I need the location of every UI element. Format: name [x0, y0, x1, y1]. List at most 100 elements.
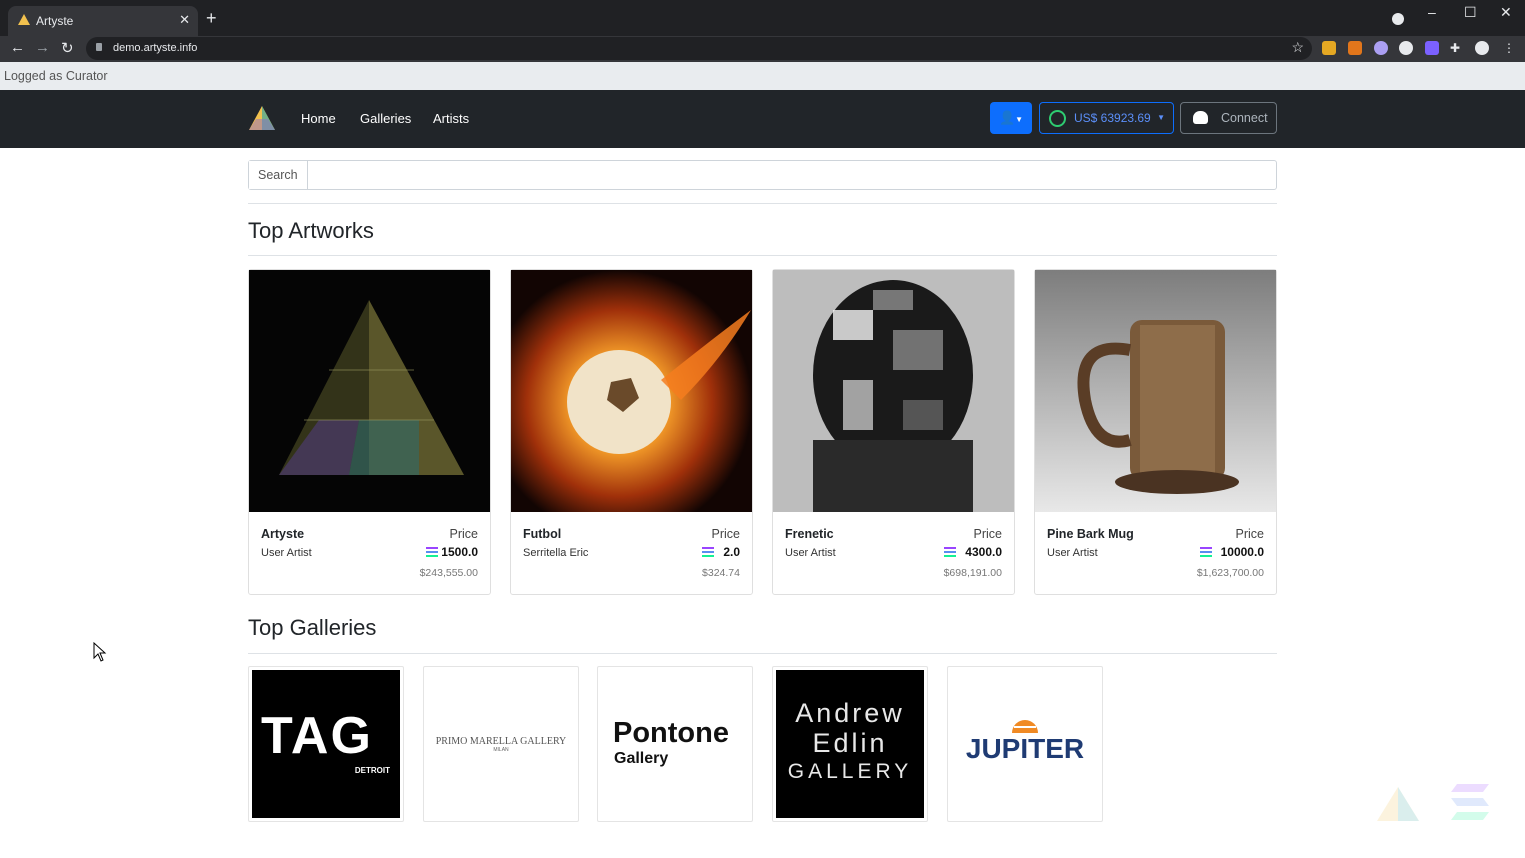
nav-home[interactable]: Home — [301, 111, 336, 126]
divider — [248, 653, 1277, 654]
price-label: Price — [1235, 527, 1264, 541]
gallery-logo-sub: GALLERY — [787, 760, 913, 783]
forward-icon[interactable]: → — [35, 39, 50, 56]
minimize-icon[interactable]: – — [1428, 4, 1436, 20]
tab-title: Artyste — [36, 14, 74, 28]
browser-tab[interactable]: Artyste ✕ — [8, 6, 198, 36]
phantom-ghost-icon — [1193, 111, 1208, 124]
jupiter-logo-icon — [1012, 720, 1038, 733]
search-label: Search — [249, 161, 308, 189]
divider — [248, 255, 1277, 256]
artwork-usd-price: $243,555.00 — [419, 567, 478, 579]
artwork-card[interactable]: Pine Bark Mug User Artist Price 10000.0 … — [1034, 269, 1277, 595]
caret-down-icon: ▼ — [1157, 113, 1165, 122]
price-label: Price — [711, 527, 740, 541]
price-label: Price — [973, 527, 1002, 541]
gallery-logo-text: Pontone — [613, 717, 729, 749]
section-title-top-galleries: Top Galleries — [248, 615, 377, 640]
artwork-price: 1500.0 — [441, 545, 478, 559]
connect-label: Connect — [1221, 111, 1268, 125]
gallery-logo: Andrew Edlin GALLERY — [776, 670, 924, 818]
gallery-card-pontone[interactable]: Pontone Gallery — [597, 666, 753, 822]
artwork-image[interactable] — [511, 270, 752, 512]
gallery-logo-sub: MILAN — [493, 747, 509, 753]
currency-coin-icon — [1049, 110, 1066, 127]
menu-dots-icon[interactable]: ⋮ — [1503, 41, 1517, 55]
gallery-card-primo-marella[interactable]: PRIMO MARELLA GALLERY MILAN — [423, 666, 579, 822]
tab-search-icon[interactable] — [1392, 13, 1404, 25]
profile-avatar-icon[interactable] — [1475, 41, 1489, 55]
artwork-usd-price: $1,623,700.00 — [1196, 567, 1264, 579]
search-input[interactable]: Search — [248, 160, 1277, 190]
artyste-favicon-icon — [18, 14, 30, 25]
metamask-icon[interactable] — [1348, 41, 1362, 55]
nav-artists[interactable]: Artists — [433, 111, 469, 126]
artwork-card[interactable]: Frenetic User Artist Price 4300.0 $698,1… — [772, 269, 1015, 595]
price-label: Price — [449, 527, 478, 541]
url-text: demo.artyste.info — [113, 42, 198, 54]
artwork-name[interactable]: Frenetic — [785, 527, 834, 541]
solana-icon — [1200, 547, 1212, 557]
gallery-card-andrew-edlin[interactable]: Andrew Edlin GALLERY — [772, 666, 928, 822]
new-tab-icon[interactable]: + — [206, 8, 217, 28]
browser-toolbar: ← → ↻ demo.artyste.info ☆ ✚ ⋮ — [0, 36, 1525, 62]
extension-icon[interactable] — [1322, 41, 1336, 55]
close-window-icon[interactable]: ✕ — [1500, 4, 1512, 21]
artwork-price: 10000.0 — [1220, 545, 1264, 559]
solana-icon — [702, 547, 714, 557]
gallery-logo-text: TAG — [261, 707, 373, 765]
login-status-bar: Logged as Curator — [0, 62, 1525, 90]
artwork-image[interactable] — [249, 270, 490, 512]
gallery-card-tag[interactable]: TAG DETROIT — [248, 666, 404, 822]
balance-dropdown-button[interactable]: US$ 63923.69 ▼ — [1039, 102, 1174, 134]
back-icon[interactable]: ← — [10, 39, 25, 56]
puzzle-icon[interactable]: ✚ — [1450, 41, 1464, 55]
user-icon: 👤 — [998, 110, 1016, 125]
artwork-name[interactable]: Pine Bark Mug — [1047, 527, 1134, 541]
bookmark-star-icon[interactable]: ☆ — [1291, 39, 1304, 56]
artwork-card[interactable]: Futbol Serritella Eric Price 2.0 $324.74 — [510, 269, 753, 595]
connect-wallet-button[interactable]: Connect — [1180, 102, 1277, 134]
user-menu-button[interactable]: 👤▼ — [990, 102, 1032, 134]
gallery-card-jupiter[interactable]: JUPITER — [947, 666, 1103, 822]
artwork-artist[interactable]: User Artist — [785, 547, 836, 559]
gallery-logo-line2: Edlin — [812, 728, 888, 758]
extension-icon[interactable] — [1399, 41, 1413, 55]
nav-galleries[interactable]: Galleries — [360, 111, 411, 126]
close-tab-icon[interactable]: ✕ — [179, 12, 190, 28]
caret-down-icon: ▼ — [1015, 115, 1024, 124]
artwork-price: 2.0 — [723, 545, 740, 559]
maximize-icon[interactable]: ☐ — [1464, 4, 1477, 21]
gallery-logo-text: JUPITER — [965, 733, 1085, 764]
section-title-top-artworks: Top Artworks — [248, 218, 374, 243]
lock-icon — [96, 43, 102, 51]
artwork-artist[interactable]: User Artist — [1047, 547, 1098, 559]
phantom-icon[interactable] — [1374, 41, 1388, 55]
artwork-usd-price: $324.74 — [702, 567, 740, 579]
artwork-price: 4300.0 — [965, 545, 1002, 559]
gallery-logo: TAG DETROIT — [252, 670, 400, 818]
artwork-card[interactable]: Artyste User Artist Price 1500.0 $243,55… — [248, 269, 491, 595]
app-navbar: Home Galleries Artists 👤▼ US$ 63923.69 ▼… — [0, 90, 1525, 148]
artwork-artist[interactable]: User Artist — [261, 547, 312, 559]
artyste-logo-icon[interactable] — [248, 105, 276, 131]
gallery-logo-sub: Gallery — [614, 750, 669, 767]
artwork-name[interactable]: Artyste — [261, 527, 304, 541]
solana-icon — [426, 547, 438, 557]
artwork-artist[interactable]: Serritella Eric — [523, 547, 588, 559]
artwork-image[interactable] — [773, 270, 1014, 512]
artwork-name[interactable]: Futbol — [523, 527, 561, 541]
divider — [248, 203, 1277, 204]
reload-icon[interactable]: ↻ — [61, 39, 74, 57]
extension-icon[interactable] — [1425, 41, 1439, 55]
solana-watermark-icon — [1451, 784, 1489, 820]
artwork-image[interactable] — [1035, 270, 1276, 512]
balance-value: US$ 63923.69 — [1074, 111, 1151, 125]
address-bar[interactable]: demo.artyste.info ☆ — [86, 37, 1312, 60]
gallery-logo-text: Andrew — [795, 698, 905, 728]
gallery-logo-sub: DETROIT — [354, 766, 390, 775]
artyste-watermark-icon — [1377, 787, 1419, 821]
solana-icon — [944, 547, 956, 557]
browser-tab-bar: Artyste ✕ + – ☐ ✕ — [0, 0, 1525, 36]
gallery-logo-text: PRIMO MARELLA GALLERY — [435, 736, 567, 747]
